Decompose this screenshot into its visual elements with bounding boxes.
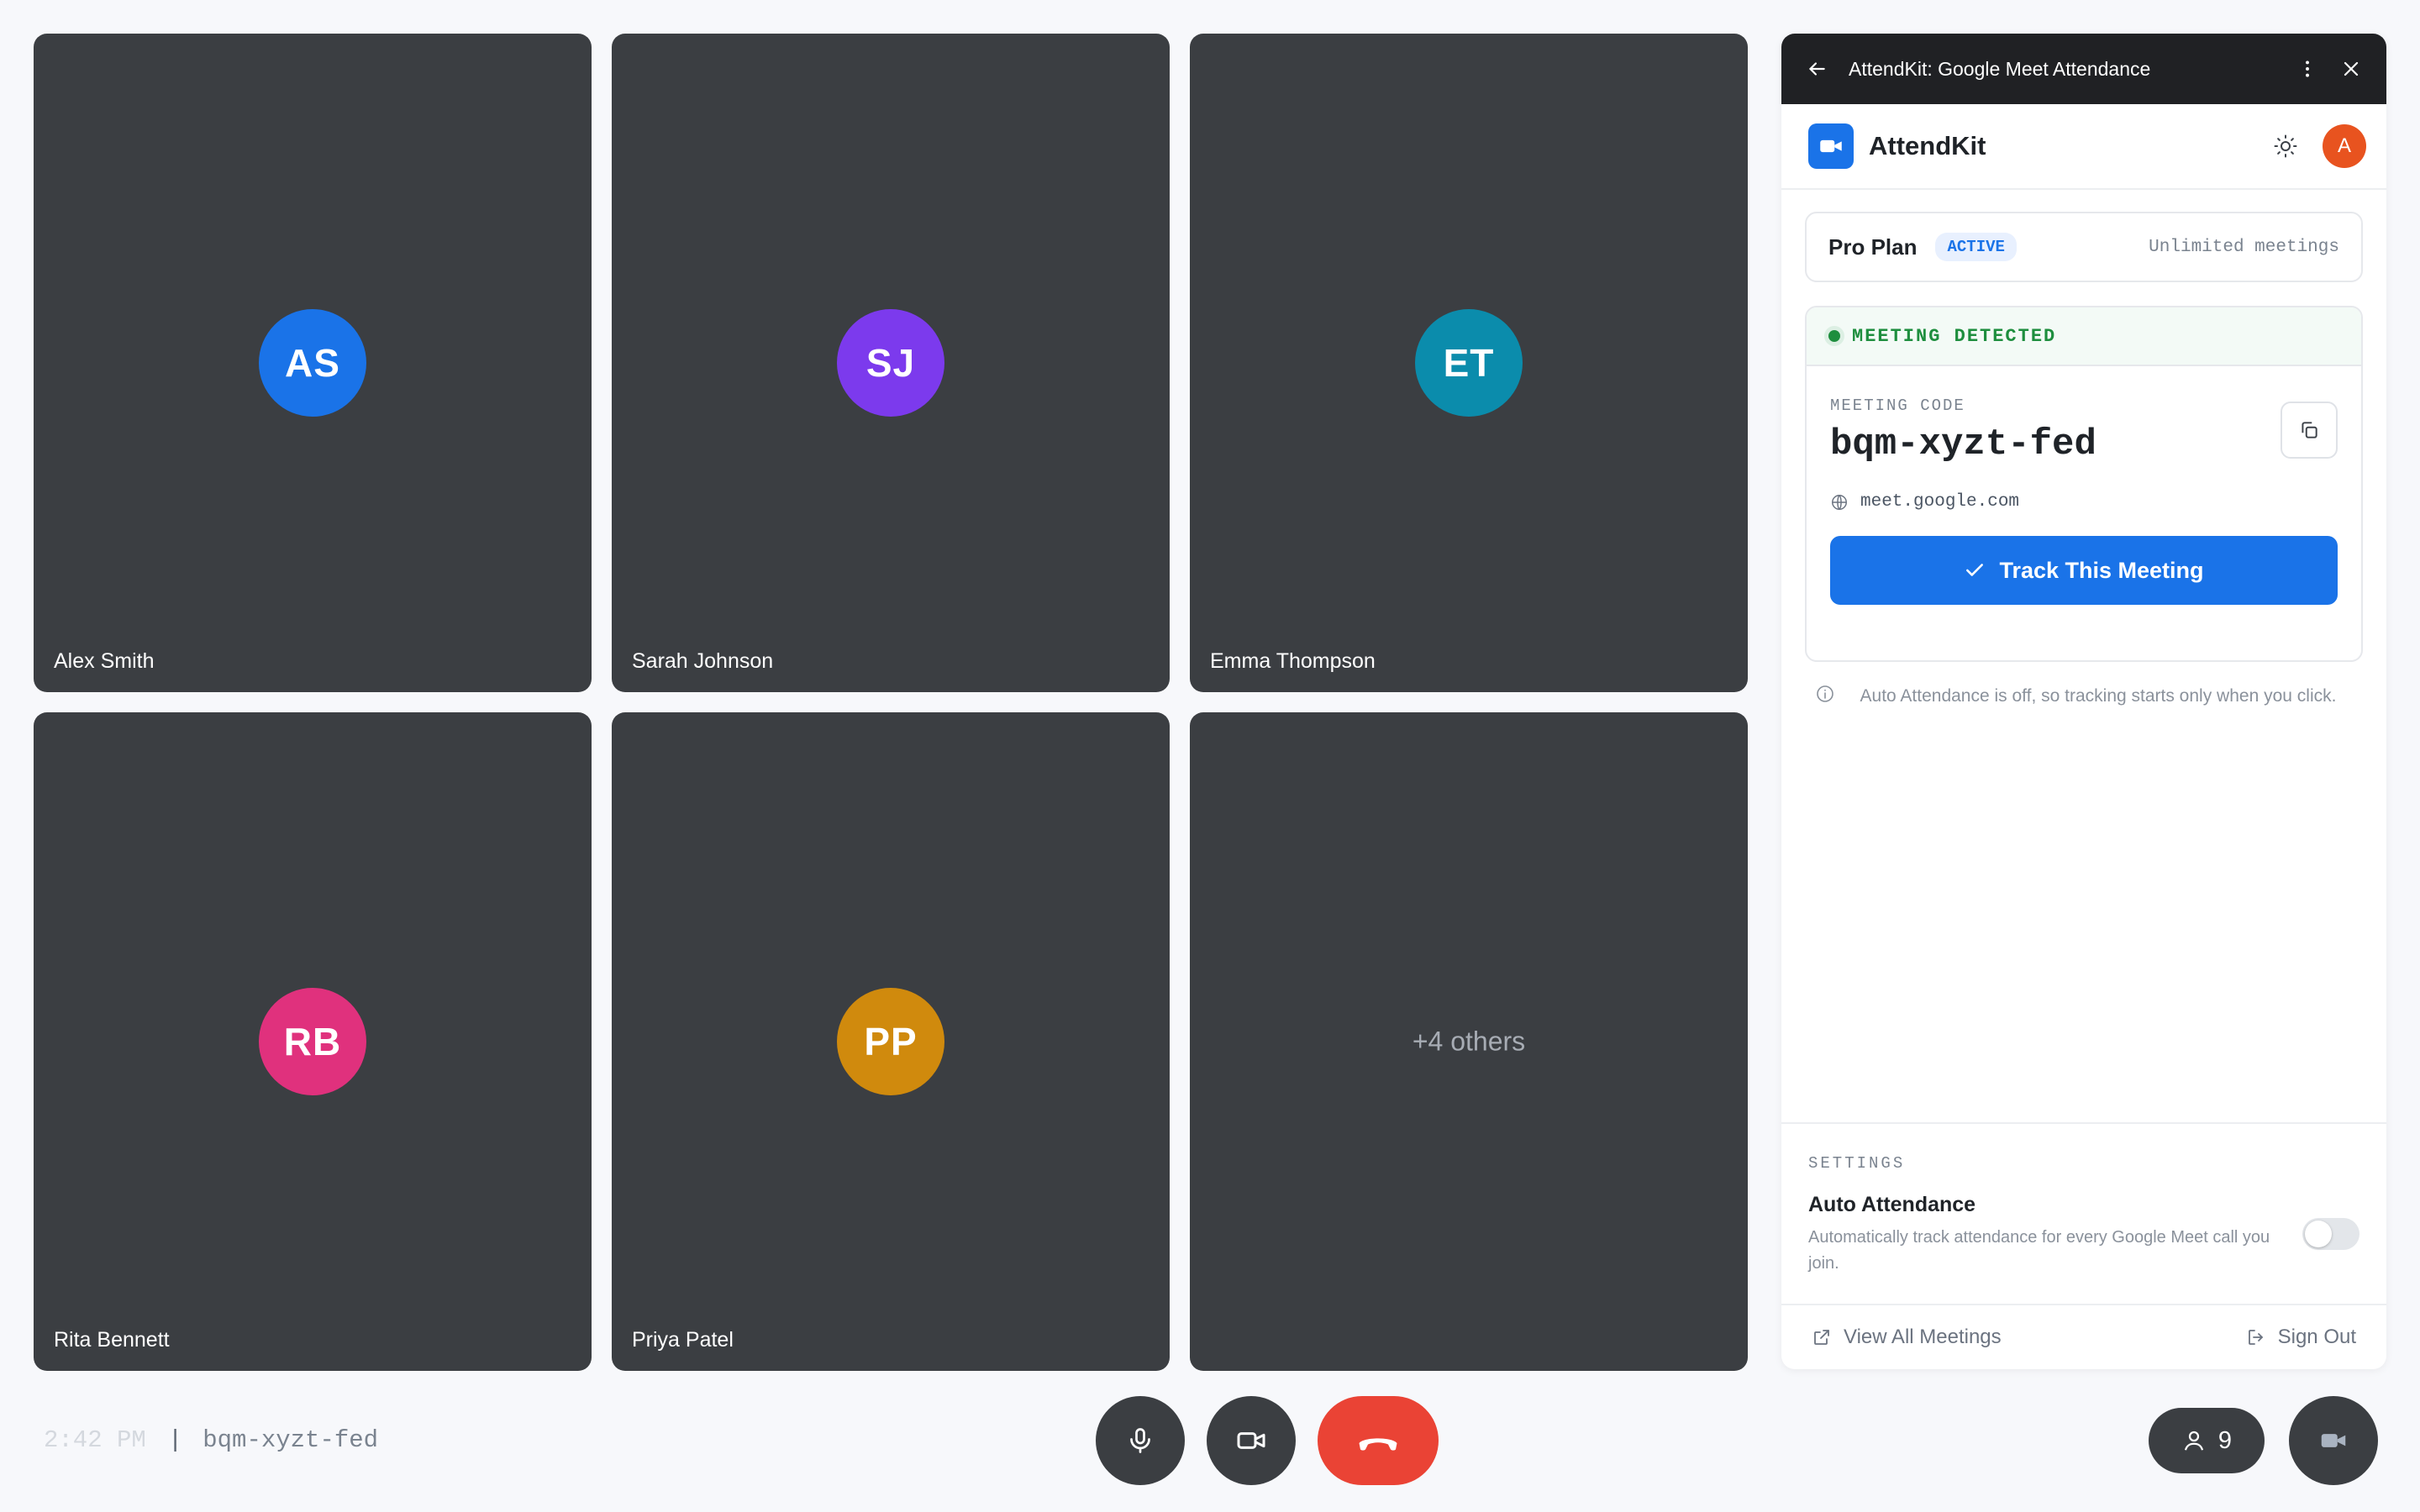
participant-tile[interactable]: ET Emma Thompson — [1190, 34, 1748, 692]
panel-title: AttendKit: Google Meet Attendance — [1849, 57, 2151, 80]
sign-out-icon — [2248, 1330, 2263, 1345]
settings-label: SETTINGS — [1808, 1154, 1906, 1173]
participant-avatar: RB — [259, 988, 366, 1095]
toggle-knob — [2305, 1221, 2332, 1247]
auto-attendance-note: Auto Attendance is off, so tracking star… — [1815, 682, 2353, 711]
brand-name: AttendKit — [1869, 131, 1986, 160]
meeting-status: MEETING DETECTED — [1852, 325, 2057, 347]
participant-name: Rita Bennett — [54, 1328, 170, 1352]
more-options-button[interactable] — [2291, 52, 2324, 86]
meeting-info: 2:42 PM | bqm-xyzt-fed — [44, 1426, 378, 1454]
plan-card: Pro Plan ACTIVE Unlimited meetings — [1805, 212, 2363, 282]
close-icon — [2344, 61, 2359, 76]
attendkit-toggle-button[interactable] — [2289, 1396, 2378, 1485]
participant-name: Sarah Johnson — [632, 649, 774, 673]
copy-icon — [2302, 422, 2317, 438]
participant-tile[interactable]: PP Priya Patel — [612, 712, 1170, 1371]
participant-avatar: AS — [259, 309, 366, 417]
meeting-detected-banner: MEETING DETECTED — [1807, 307, 2361, 366]
participant-name: Alex Smith — [54, 649, 155, 673]
meeting-domain: meet.google.com — [1830, 492, 2019, 512]
arrow-left-icon — [1809, 62, 1825, 76]
sun-icon — [2274, 134, 2297, 158]
auto-attendance-title: Auto Attendance — [1808, 1193, 1976, 1216]
participant-tile[interactable]: SJ Sarah Johnson — [612, 34, 1170, 692]
participants-button[interactable]: 9 — [2149, 1408, 2265, 1473]
panel-titlebar: AttendKit: Google Meet Attendance — [1781, 34, 2386, 104]
plan-detail: Unlimited meetings — [2149, 237, 2339, 257]
brand-header: AttendKit A — [1781, 104, 2386, 190]
meeting-code: bqm-xyzt-fed — [1830, 423, 2096, 465]
participant-count: 9 — [2217, 1426, 2233, 1454]
info-separator: | — [167, 1426, 183, 1454]
participant-avatar: PP — [837, 988, 944, 1095]
participant-tile[interactable]: RB Rita Bennett — [34, 712, 592, 1371]
globe-icon — [1832, 494, 1847, 510]
attendkit-logo — [1808, 123, 1854, 169]
plan-name: Pro Plan — [1828, 234, 1918, 260]
camera-button[interactable] — [1207, 1396, 1296, 1485]
meeting-code-label: MEETING CODE — [1830, 396, 1965, 415]
microphone-button[interactable] — [1096, 1396, 1185, 1485]
participant-avatar: ET — [1415, 309, 1523, 417]
note-text: Auto Attendance is off, so tracking star… — [1860, 686, 2337, 706]
back-button[interactable] — [1803, 55, 1830, 82]
info-icon — [1817, 685, 1833, 702]
attendkit-panel: AttendKit: Google Meet Attendance Attend… — [1781, 34, 2386, 1369]
end-call-button[interactable] — [1318, 1396, 1439, 1485]
sign-out-link[interactable]: Sign Out — [2246, 1326, 2356, 1349]
participant-name: Emma Thompson — [1210, 649, 1376, 673]
meeting-code-footer: bqm-xyzt-fed — [203, 1426, 379, 1454]
video-camera-icon — [2321, 1434, 2346, 1447]
participant-avatar: SJ — [837, 309, 944, 417]
external-link-icon — [1814, 1330, 1829, 1345]
clock-time: 2:42 PM — [44, 1426, 146, 1454]
video-camera-icon — [1820, 139, 1842, 153]
checkmark-icon — [1966, 564, 1984, 576]
track-meeting-button[interactable]: Track This Meeting — [1830, 536, 2338, 605]
status-dot-icon — [1828, 330, 1840, 342]
person-icon — [2184, 1431, 2204, 1451]
participant-name: Priya Patel — [632, 1328, 734, 1352]
copy-code-button[interactable] — [2281, 402, 2338, 459]
sign-out-label: Sign Out — [2277, 1326, 2356, 1348]
panel-footer: View All Meetings Sign Out — [1781, 1304, 2386, 1369]
view-all-meetings-label: View All Meetings — [1844, 1326, 2002, 1348]
participant-tile[interactable]: AS Alex Smith — [34, 34, 592, 692]
auto-attendance-toggle[interactable] — [2302, 1218, 2360, 1250]
settings-section: SETTINGS Auto Attendance Automatically t… — [1781, 1122, 2386, 1304]
theme-toggle-button[interactable] — [2269, 129, 2302, 163]
view-all-meetings-link[interactable]: View All Meetings — [1812, 1326, 2002, 1349]
others-tile[interactable]: +4 others — [1190, 712, 1748, 1371]
track-meeting-label: Track This Meeting — [1999, 557, 2204, 583]
meeting-card: MEETING DETECTED MEETING CODE bqm-xyzt-f… — [1805, 306, 2363, 662]
close-button[interactable] — [2334, 52, 2368, 86]
camera-icon — [1237, 1432, 1265, 1449]
others-label: +4 others — [1412, 1026, 1526, 1057]
hang-up-icon — [1359, 1438, 1397, 1451]
user-avatar[interactable]: A — [2323, 124, 2366, 168]
kebab-menu-icon — [2306, 60, 2309, 77]
auto-attendance-description: Automatically track attendance for every… — [1808, 1228, 2270, 1273]
domain-text: meet.google.com — [1860, 492, 2020, 512]
status-badge: ACTIVE — [1935, 233, 2017, 261]
microphone-icon — [1130, 1428, 1150, 1453]
